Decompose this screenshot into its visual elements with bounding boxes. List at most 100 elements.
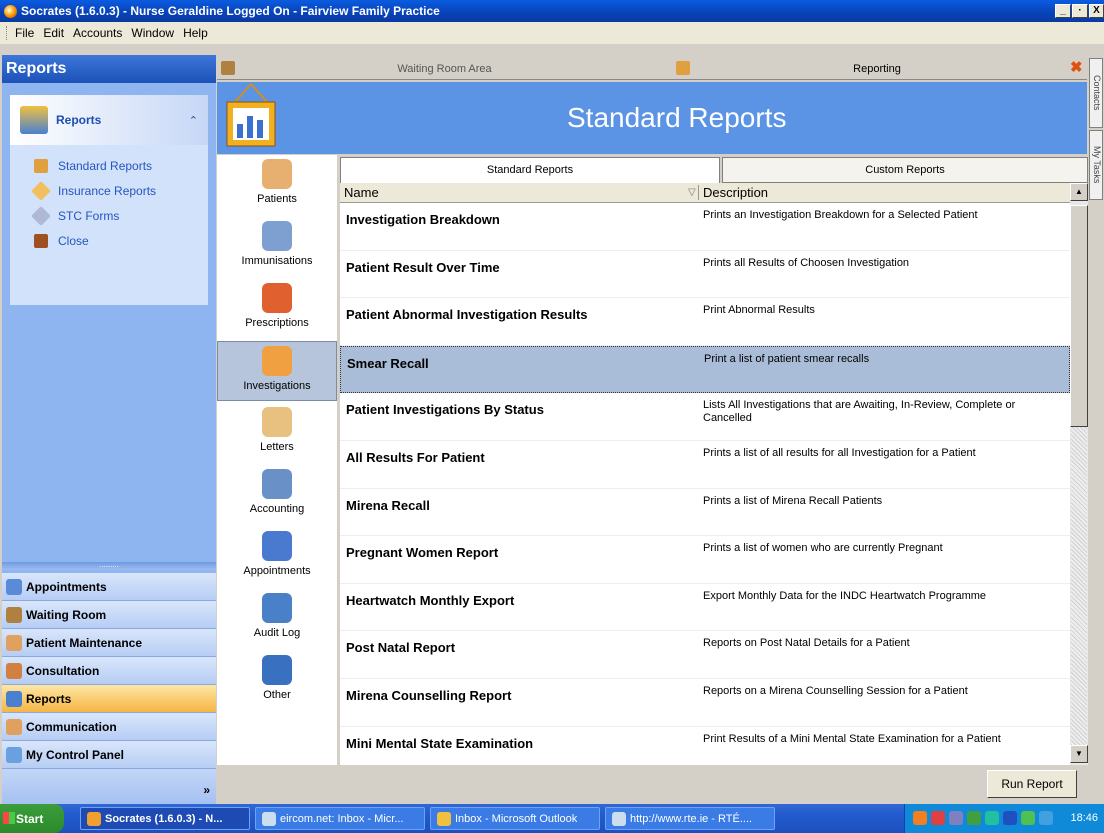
- bottom-action-bar: Run Report: [217, 765, 1087, 801]
- nav-waiting-room[interactable]: Waiting Room: [2, 601, 216, 629]
- task-outlook-inbox[interactable]: Inbox - Microsoft Outlook: [430, 807, 600, 830]
- scroll-thumb[interactable]: [1070, 205, 1088, 427]
- nav-reports[interactable]: Reports: [2, 685, 216, 713]
- category-label: Prescriptions: [245, 317, 309, 329]
- report-row[interactable]: Mirena Recall Prints a list of Mirena Rec…: [340, 489, 1070, 537]
- category-immunisations[interactable]: Immunisations: [217, 217, 337, 277]
- scroll-track[interactable]: [1071, 427, 1087, 745]
- task-label: http://www.rte.ie - RTÉ....: [630, 812, 753, 825]
- minimize-button[interactable]: _: [1055, 4, 1071, 18]
- report-row[interactable]: Mini Mental State Examination Print Resul…: [340, 727, 1070, 765]
- tab-standard-reports[interactable]: Standard Reports: [340, 157, 720, 183]
- page-header: Standard Reports: [217, 82, 1087, 154]
- tray-icon-8[interactable]: [1039, 811, 1053, 825]
- nav-appointments[interactable]: Appointments: [2, 573, 216, 601]
- group-item-label: STC Forms: [58, 208, 120, 223]
- nav-my-control-panel[interactable]: My Control Panel: [2, 741, 216, 769]
- category-appointments[interactable]: Appointments: [217, 527, 337, 587]
- report-row[interactable]: Post Natal Report Reports on Post Natal D…: [340, 631, 1070, 679]
- tab-my-tasks[interactable]: My Tasks: [1089, 130, 1103, 200]
- category-patients[interactable]: Patients: [217, 155, 337, 215]
- menu-accounts[interactable]: Accounts: [73, 26, 122, 40]
- run-report-button[interactable]: Run Report: [987, 770, 1077, 798]
- report-name: Patient Abnormal Investigation Results: [346, 307, 588, 323]
- column-name-header[interactable]: Name: [344, 185, 379, 200]
- menu-bar: File Edit Accounts Window Help: [0, 22, 1104, 44]
- group-item-insurance-reports[interactable]: Insurance Reports: [10, 178, 208, 203]
- tray-icon-7[interactable]: [1021, 811, 1035, 825]
- report-row[interactable]: Investigation Breakdown Prints an Investi…: [340, 203, 1070, 251]
- nav-label: Appointments: [26, 579, 107, 594]
- category-accounting[interactable]: Accounting: [217, 465, 337, 525]
- menu-file[interactable]: File: [15, 26, 34, 40]
- task-eircom-inbox[interactable]: eircom.net: Inbox - Micr...: [255, 807, 425, 830]
- report-name: Patient Result Over Time: [346, 259, 500, 275]
- report-row[interactable]: Patient Abnormal Investigation Results Pr…: [340, 298, 1070, 346]
- restore-button[interactable]: ·: [1072, 4, 1088, 18]
- task-socrates[interactable]: Socrates (1.6.0.3) - N...: [80, 807, 250, 830]
- category-other[interactable]: Other: [217, 651, 337, 711]
- group-item-close[interactable]: Close: [10, 228, 208, 253]
- syringe-icon: [262, 221, 292, 251]
- prescription-icon: [262, 283, 292, 313]
- close-window-button[interactable]: X: [1089, 4, 1104, 18]
- report-row[interactable]: Smear Recall Print a list of patient smea…: [340, 345, 1070, 394]
- nav-consultation[interactable]: Consultation: [2, 657, 216, 685]
- report-description: Prints all Results of Choosen Investigat…: [703, 256, 910, 269]
- report-row[interactable]: Heartwatch Monthly Export Export Monthly …: [340, 584, 1070, 632]
- expand-chevron-icon[interactable]: »: [203, 783, 210, 797]
- tab-contacts[interactable]: Contacts: [1089, 58, 1103, 128]
- column-description-header[interactable]: Description: [698, 185, 768, 200]
- nav-label: Consultation: [26, 663, 100, 678]
- tab-reporting[interactable]: Reporting: [672, 58, 1082, 79]
- report-type-tabs: Standard Reports Custom Reports: [340, 155, 1088, 183]
- tray-icon-6[interactable]: [1003, 811, 1017, 825]
- reports-group-header[interactable]: Reports ⌃: [10, 95, 208, 145]
- nav-communication[interactable]: Communication: [2, 713, 216, 741]
- nav-patient-maintenance[interactable]: Patient Maintenance: [2, 629, 216, 657]
- tray-icon-1[interactable]: [913, 811, 927, 825]
- category-label: Letters: [260, 441, 294, 453]
- report-row[interactable]: Patient Investigations By Status Lists Al…: [340, 393, 1070, 441]
- tray-icon-2[interactable]: [931, 811, 945, 825]
- report-row[interactable]: Patient Result Over Time Prints all Resul…: [340, 251, 1070, 299]
- pane-splitter[interactable]: .........: [2, 561, 216, 570]
- report-row[interactable]: Mirena Counselling Report Reports on a Mi…: [340, 679, 1070, 727]
- scroll-down-button[interactable]: ▼: [1070, 745, 1088, 763]
- category-letters[interactable]: Letters: [217, 403, 337, 463]
- task-label: eircom.net: Inbox - Micr...: [280, 812, 404, 825]
- report-row[interactable]: Pregnant Women Report Prints a list of wo…: [340, 536, 1070, 584]
- report-name: Smear Recall: [347, 355, 429, 371]
- group-item-stc-forms[interactable]: STC Forms: [10, 203, 208, 228]
- menu-help[interactable]: Help: [183, 26, 208, 40]
- report-row[interactable]: All Results For Patient Prints a list of …: [340, 441, 1070, 489]
- reports-task-group: Reports ⌃ Standard Reports Insurance Rep…: [10, 95, 208, 305]
- clock-icon: [262, 531, 292, 561]
- tab-waiting-room-area[interactable]: Waiting Room Area: [217, 58, 672, 79]
- tray-icon-4[interactable]: [967, 811, 981, 825]
- start-button[interactable]: Start: [0, 804, 64, 833]
- collapse-chevron-icon[interactable]: ⌃: [189, 114, 198, 127]
- appointments-icon: [6, 578, 22, 595]
- category-investigations[interactable]: Investigations: [217, 341, 337, 401]
- scroll-up-button[interactable]: ▲: [1070, 183, 1088, 201]
- group-item-standard-reports[interactable]: Standard Reports: [10, 153, 208, 178]
- grid-scrollbar[interactable]: ▲ ▼: [1070, 183, 1088, 765]
- report-description: Print a list of patient smear recalls: [704, 352, 870, 365]
- report-name: Mirena Recall: [346, 497, 430, 513]
- tray-icon-3[interactable]: [949, 811, 963, 825]
- menu-window[interactable]: Window: [131, 26, 174, 40]
- menu-edit[interactable]: Edit: [43, 26, 64, 40]
- left-pane-header: Reports: [2, 55, 216, 83]
- task-rte[interactable]: http://www.rte.ie - RTÉ....: [605, 807, 775, 830]
- tab-custom-reports[interactable]: Custom Reports: [722, 157, 1088, 183]
- stethoscope-icon: [262, 346, 292, 376]
- tray-icon-5[interactable]: [985, 811, 999, 825]
- category-prescriptions[interactable]: Prescriptions: [217, 279, 337, 339]
- group-item-label: Insurance Reports: [58, 183, 157, 198]
- group-item-label: Close: [58, 233, 89, 248]
- category-audit-log[interactable]: Audit Log: [217, 589, 337, 649]
- report-description: Print Abnormal Results: [703, 304, 815, 317]
- close-tab-icon[interactable]: ✖: [1070, 58, 1083, 76]
- socrates-task-icon: [87, 811, 101, 826]
